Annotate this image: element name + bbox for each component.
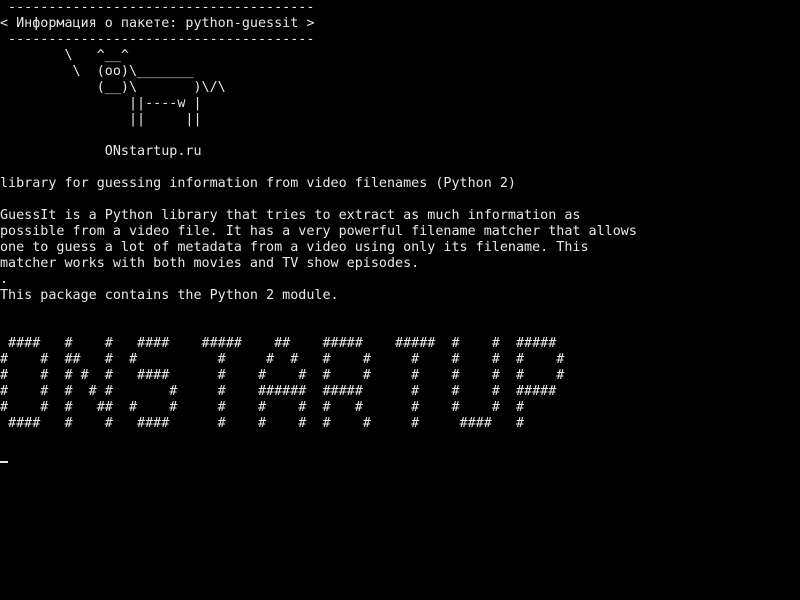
description-line: one to guess a lot of metadata from a vi…	[0, 240, 589, 255]
cow-ascii-line: \ ^__^	[0, 48, 129, 63]
text-cursor	[0, 461, 8, 463]
cowsay-bubble-text: < Информация о пакете: python-guessit >	[0, 16, 315, 31]
banner-ascii-line: # # ## # # # # # # # # # # # #	[0, 352, 565, 367]
description-line: matcher works with both movies and TV sh…	[0, 256, 420, 271]
banner-ascii-line: #### # # #### ##### ## ##### ##### # # #…	[0, 336, 557, 351]
banner-ascii-line: #### # # #### # # # # # # #### #	[0, 416, 525, 431]
description-line: possible from a video file. It has a ver…	[0, 224, 637, 239]
description-line: GuessIt is a Python library that tries t…	[0, 208, 581, 223]
banner-ascii-line: # # # # # # # ###### ##### # # # #####	[0, 384, 557, 399]
cowsay-border-bottom: --------------------------------------	[0, 32, 315, 47]
banner-ascii-line: # # # ## # # # # # # # # # # #	[0, 400, 525, 415]
description-dot: .	[0, 272, 9, 287]
cow-ascii-line: (__)\ )\/\	[0, 80, 226, 95]
cow-ascii-line: ||----w |	[0, 96, 202, 111]
terminal-window[interactable]: -------------------------------------- <…	[0, 0, 800, 600]
description-line: This package contains the Python 2 modul…	[0, 288, 339, 303]
cow-ascii-line: || ||	[0, 112, 202, 127]
site-credit: ONstartup.ru	[0, 144, 202, 159]
banner-ascii-line: # # # # # #### # # # # # # # # # #	[0, 368, 565, 383]
cow-ascii-line: \ (oo)\_______	[0, 64, 194, 79]
package-summary: library for guessing information from vi…	[0, 176, 516, 191]
cowsay-border-top: --------------------------------------	[0, 0, 315, 15]
